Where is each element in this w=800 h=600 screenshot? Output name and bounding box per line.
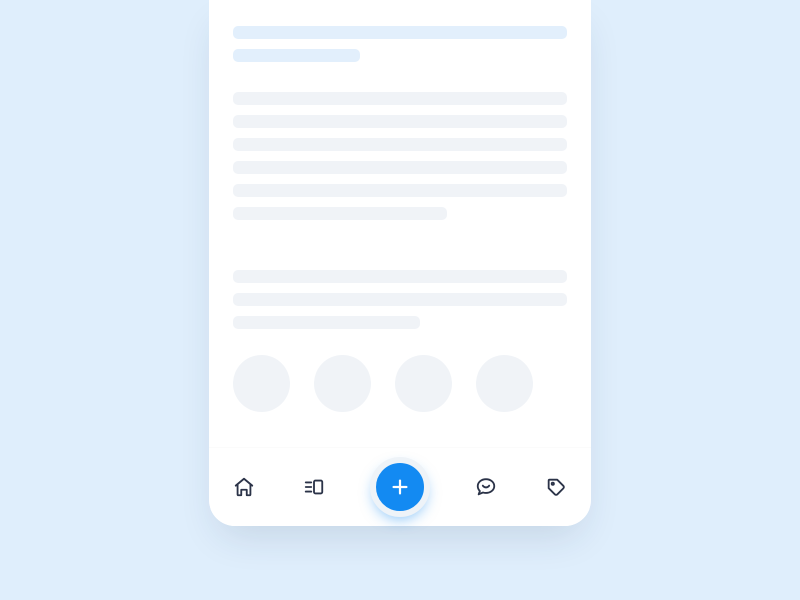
skeleton-body-line [233,270,567,283]
skeleton-avatars-row [233,355,567,412]
fab-slot [364,451,436,523]
skeleton-title-line [233,49,360,62]
skeleton-avatar [314,355,371,412]
skeleton-body-line [233,207,447,220]
skeleton-avatar [233,355,290,412]
skeleton-body-line [233,316,420,329]
skeleton-avatar [395,355,452,412]
bottom-tabbar [209,448,591,526]
skeleton-body-line [233,92,567,105]
skeleton-body-line [233,184,567,197]
tab-home[interactable] [224,467,264,507]
phone-card [209,0,591,526]
fab-add-button[interactable] [370,457,430,517]
tab-chat[interactable] [466,467,506,507]
skeleton-body-line [233,138,567,151]
tab-list[interactable] [294,467,334,507]
skeleton-body-line [233,115,567,128]
chat-icon [475,476,497,498]
list-panel-icon [303,476,325,498]
skeleton-avatar [476,355,533,412]
skeleton-body-line [233,161,567,174]
home-icon [233,476,255,498]
tab-tag[interactable] [536,467,576,507]
skeleton-title-line [233,26,567,39]
plus-icon [389,476,411,498]
skeleton-body-line [233,293,567,306]
tag-icon [545,476,567,498]
